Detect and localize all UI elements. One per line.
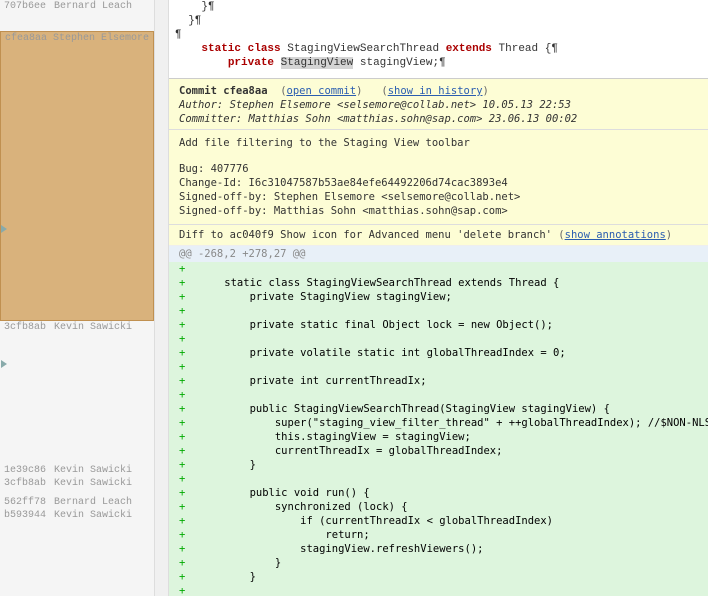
blame-row[interactable]: b593944 Kevin Sawicki [0,509,154,522]
folding-column[interactable] [155,0,169,596]
blame-author: Stephen Elsemore [53,33,149,319]
show-in-history-link[interactable]: show in history [388,85,483,97]
diff-added-line: + static class StagingViewSearchThread e… [169,276,708,290]
diff-added-line: + private static final Object lock = new… [169,318,708,332]
diff-to-line: Diff to ac040f9 Show icon for Advanced m… [169,225,708,246]
diff-added-line: + synchronized (lock) { [169,500,708,514]
blame-author: Bernard Leach [54,1,132,12]
code-line: static class StagingViewSearchThread ext… [169,42,714,56]
commit-signoff: Signed-off-by: Stephen Elsemore <selsemo… [179,190,698,204]
diff-added-line: + return; [169,528,708,542]
diff-added-line: + [169,262,708,276]
blame-row[interactable]: 707b6ee Bernard Leach [0,0,154,13]
blame-hash: 1e39c86 [4,465,54,476]
diff-added-line: + private volatile static int globalThre… [169,346,708,360]
code-line: }¶ [169,0,714,14]
diff-added-line: + private int currentThreadIx; [169,374,708,388]
diff-added-line: + currentThreadIx = globalThreadIndex; [169,444,708,458]
commit-header: Commit cfea8aa (open commit) (show in hi… [169,79,708,130]
blame-hash: 3cfb8ab [4,478,54,489]
code-line: ¶ [169,28,714,42]
diff-added-line: + super("staging_view_filter_thread" + +… [169,416,708,430]
diff-added-line: + if (currentThreadIx < globalThreadInde… [169,514,708,528]
commit-subject: Add file filtering to the Staging View t… [179,136,698,150]
change-marker-icon [1,360,7,368]
diff-added-line: + } [169,458,708,472]
commit-title: Commit cfea8aa [179,85,268,97]
commit-signoff: Signed-off-by: Matthias Sohn <matthias.s… [179,204,698,218]
diff-hunk-header: @@ -268,2 +278,27 @@ [169,246,708,262]
commit-changeid: Change-Id: I6c31047587b53ae84efe64492206… [179,176,698,190]
blame-author: Kevin Sawicki [54,478,132,489]
diff-added-line: + stagingView.refreshViewers(); [169,542,708,556]
blame-row[interactable]: 1e39c86 Kevin Sawicki [0,464,154,477]
diff-added-line: + [169,360,708,374]
blame-hash: 562ff78 [4,497,54,508]
diff-added-line: + [169,472,708,486]
commit-message: Add file filtering to the Staging View t… [169,130,708,225]
blame-row-highlighted[interactable]: cfea8aa Stephen Elsemore [0,31,154,321]
blame-row[interactable]: 562ff78 Bernard Leach [0,496,154,509]
blame-hash: 707b6ee [4,1,54,12]
blame-hash: 3cfb8ab [4,322,54,333]
diff-added-line: + private StagingView stagingView; [169,290,708,304]
diff-added-line: + public void run() { [169,486,708,500]
blame-author: Kevin Sawicki [54,510,132,521]
diff-added-line: + } [169,556,708,570]
committer-line: Committer: Matthias Sohn <matthias.sohn@… [179,113,698,125]
change-marker-icon [1,225,7,233]
diff-added-line: + [169,304,708,318]
blame-row[interactable]: 3cfb8ab Kevin Sawicki [0,321,154,334]
blame-author: Kevin Sawicki [54,322,132,333]
blame-author: Kevin Sawicki [54,465,132,476]
blame-author: Bernard Leach [54,497,132,508]
blame-hash: b593944 [4,510,54,521]
blame-hash: cfea8aa [5,33,53,319]
diff-added-line: + [169,388,708,402]
open-commit-link[interactable]: open commit [287,85,357,97]
blame-row[interactable]: 3cfb8ab Kevin Sawicki [0,477,154,490]
commit-bug: Bug: 407776 [179,162,698,176]
diff-added-line: + public StagingViewSearchThread(Staging… [169,402,708,416]
code-line: }¶ [169,14,714,28]
commit-hover-panel: Commit cfea8aa (open commit) (show in hi… [169,78,708,596]
diff-added-line: + } [169,570,708,584]
diff-added-line: + this.stagingView = stagingView; [169,430,708,444]
author-line: Author: Stephen Elsemore <selsemore@coll… [179,99,698,111]
show-annotations-link[interactable]: show annotations [565,229,666,241]
code-line: private StagingView stagingView;¶ [169,56,714,70]
diff-added-line: + [169,584,708,596]
blame-annotation-column: 707b6ee Bernard Leach cfea8aa Stephen El… [0,0,155,596]
diff-added-line: + [169,332,708,346]
